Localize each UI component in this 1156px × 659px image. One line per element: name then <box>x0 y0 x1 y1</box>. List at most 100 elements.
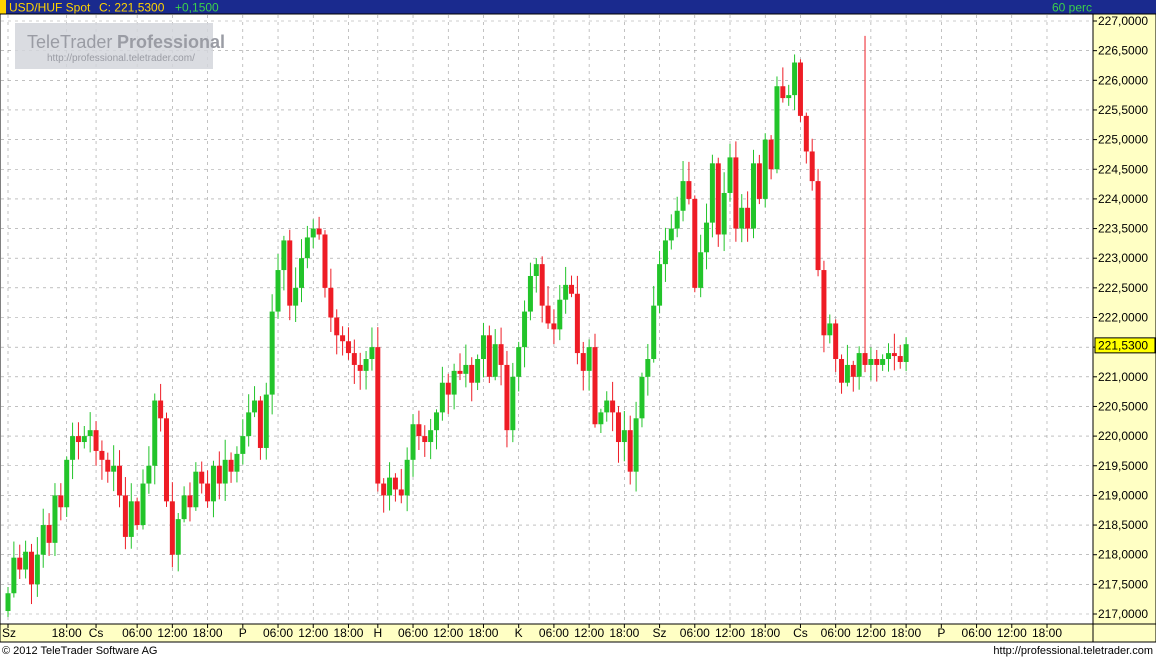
candle-body-down <box>780 86 786 99</box>
candle-body-up <box>310 228 316 238</box>
candle-body-down <box>815 181 821 271</box>
candle-body-down <box>340 335 346 342</box>
time-tick-label: 18:00 <box>193 626 223 640</box>
candle-body-down <box>351 353 357 365</box>
candle-body-down <box>392 477 398 490</box>
time-tick-label: 12:00 <box>997 626 1027 640</box>
candle-body-down <box>809 151 815 182</box>
candle-body-up <box>193 471 199 508</box>
candle-body-down <box>615 412 621 443</box>
candle-body-up <box>434 412 440 431</box>
candle-body-up <box>269 311 275 395</box>
candle <box>715 157 721 247</box>
candle-body-up <box>886 353 891 360</box>
time-tick-label: 06:00 <box>122 626 152 640</box>
candle-body-down <box>422 436 428 443</box>
time-tick-label: 06:00 <box>821 626 851 640</box>
candlestick-chart[interactable]: USD/HUF Spot C: 221,5300 +0,1500 60 perc… <box>0 0 1156 659</box>
last-price-marker: 221,5300 <box>1094 337 1156 354</box>
time-tick-label: K <box>515 626 523 640</box>
time-tick-label: 06:00 <box>398 626 428 640</box>
price-tick-label: 220,5000 <box>1098 399 1148 413</box>
price-tick-label: 218,5000 <box>1098 518 1148 532</box>
candle-body-up <box>827 323 833 336</box>
candle-body-down <box>610 400 616 413</box>
candle-body-up <box>181 495 187 520</box>
candle-body-up <box>64 459 70 508</box>
candle-body-up <box>657 264 663 306</box>
candle-body-down <box>375 347 381 484</box>
candle-body-down <box>257 400 263 448</box>
candle-body-up <box>604 400 610 413</box>
watermark-brand-regular: TeleTrader <box>27 32 112 52</box>
price-tick-label: 226,0000 <box>1098 73 1148 87</box>
candle-body-down <box>839 359 845 383</box>
candle-body-down <box>322 234 328 288</box>
candle-body-down <box>768 139 774 170</box>
candle-body-down <box>874 359 880 365</box>
candle-body-up <box>475 359 481 383</box>
price-tick-label: 219,5000 <box>1098 459 1148 473</box>
price-tick-label: 224,5000 <box>1098 162 1148 176</box>
candle-body-down <box>381 483 387 496</box>
price-tick-label: 219,0000 <box>1098 488 1148 502</box>
candle <box>375 327 381 492</box>
candle-body-up <box>698 252 704 288</box>
candle-body-down <box>216 465 222 484</box>
time-tick-label: 12:00 <box>298 626 328 640</box>
time-tick-label: 18:00 <box>609 626 639 640</box>
time-tick-label: 18:00 <box>750 626 780 640</box>
candle-body-down <box>46 525 52 543</box>
candle-body-up <box>639 376 645 419</box>
candle-body-up <box>140 483 146 526</box>
candle-body-up <box>293 287 299 306</box>
candle-body-down <box>715 163 721 235</box>
candle-body-up <box>674 210 680 229</box>
candle-body-up <box>281 240 287 271</box>
candle-body-up <box>709 163 715 223</box>
time-tick-label: 12:00 <box>574 626 604 640</box>
candle-body-up <box>668 228 674 241</box>
candle-body-up <box>210 465 216 502</box>
candle-body-down <box>551 323 557 330</box>
candle-body-down <box>99 450 105 460</box>
candle-body-up <box>11 557 17 594</box>
candle-body-down <box>797 62 803 116</box>
candle-body-up <box>856 353 862 377</box>
time-tick-label: 18:00 <box>891 626 921 640</box>
candle-body-down <box>745 207 751 229</box>
candle-body-up <box>563 284 569 300</box>
header-interval: 60 perc <box>1052 1 1092 15</box>
candle-body-down <box>334 317 340 336</box>
candle-body-down <box>169 501 175 555</box>
candle-body-up <box>439 382 445 413</box>
header-close: C: 221,5300 <box>99 1 165 15</box>
candle-body-up <box>522 311 528 348</box>
candle-body-up <box>40 525 46 555</box>
candle-body-up <box>70 436 76 460</box>
candle-body-up <box>762 139 768 199</box>
price-tick-label: 223,0000 <box>1098 251 1148 265</box>
candle-body-down <box>398 489 404 496</box>
last-price-label: 221,5300 <box>1098 338 1148 352</box>
candle-body-up <box>880 359 886 365</box>
candle-body-up <box>175 519 181 555</box>
candle-body-up <box>704 222 710 253</box>
candle-body-down <box>545 305 551 324</box>
candle-body-down <box>134 501 140 526</box>
candle-body-down <box>416 424 422 437</box>
candle-body-up <box>533 264 539 276</box>
candle-body-down <box>17 557 23 570</box>
time-tick-label: 18:00 <box>468 626 498 640</box>
candle-body-down <box>105 459 111 472</box>
candle-body-up <box>527 275 533 312</box>
time-tick-label: P <box>239 626 247 640</box>
time-tick-label: 12:00 <box>715 626 745 640</box>
header-bar <box>0 0 1156 14</box>
candle <box>163 412 169 507</box>
candle-body-down <box>486 335 492 377</box>
candle-body-up <box>621 430 627 443</box>
time-tick-label: 18:00 <box>1032 626 1062 640</box>
time-tick-label: 06:00 <box>962 626 992 640</box>
candle <box>762 133 768 208</box>
